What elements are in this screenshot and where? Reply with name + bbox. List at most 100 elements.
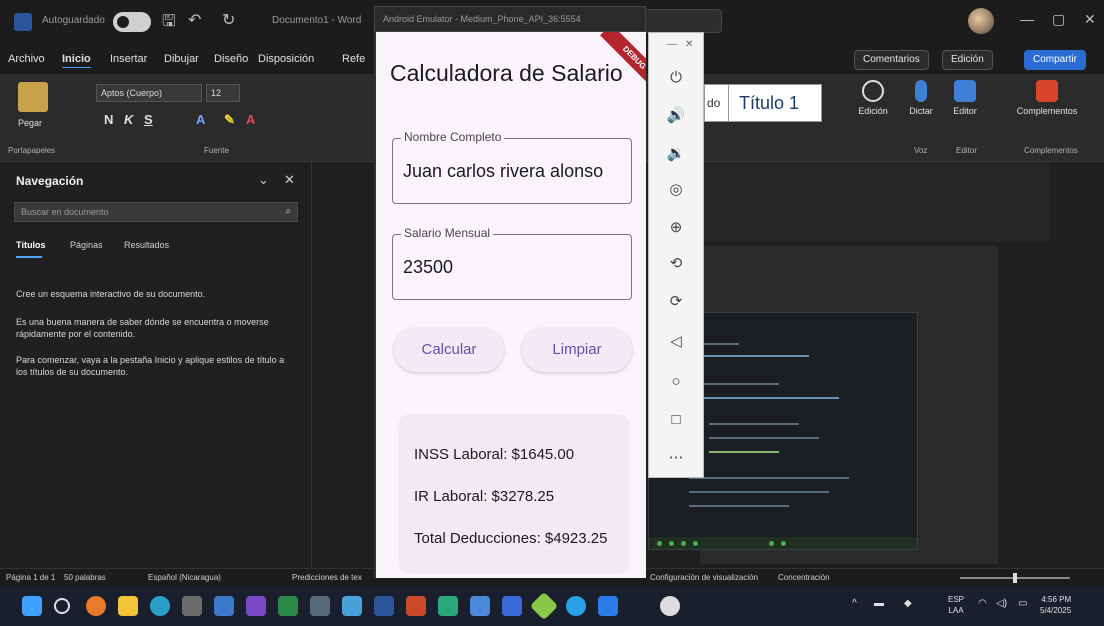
close-icon[interactable]: ✕ [284, 172, 295, 188]
emulator-icon[interactable] [566, 596, 586, 616]
salary-field-value[interactable]: 23500 [403, 257, 453, 278]
app-icon[interactable] [502, 596, 522, 616]
language-status[interactable]: Español (Nicaragua) [148, 573, 221, 582]
page-count[interactable]: Página 1 de 1 [6, 573, 55, 582]
save-icon[interactable]: 🖫 [162, 10, 176, 37]
menu-insertar[interactable]: Insertar [110, 53, 147, 65]
volume-down-icon[interactable]: 🔉 [665, 143, 687, 165]
menu-inicio[interactable]: Inicio [62, 53, 91, 65]
style-previous[interactable]: do [704, 84, 730, 122]
back-icon[interactable]: ◁ [665, 331, 687, 353]
italic-icon[interactable]: K [124, 112, 133, 127]
menu-disposicion[interactable]: Disposición [258, 53, 314, 65]
chevron-down-icon[interactable]: ⌄ [258, 172, 269, 188]
minimize-icon[interactable]: — [1020, 11, 1034, 27]
photos-icon[interactable] [470, 596, 490, 616]
tab-titulos[interactable]: Títulos [16, 240, 46, 250]
clear-button[interactable]: Limpiar [522, 328, 632, 372]
menu-archivo[interactable]: Archivo [8, 53, 45, 65]
title-search-box[interactable] [640, 9, 722, 33]
addins-tool[interactable]: Complementos [1012, 80, 1082, 116]
maximize-icon[interactable]: ▢ [1052, 11, 1065, 28]
excel-icon[interactable] [278, 596, 298, 616]
more-icon[interactable]: ⋯ [665, 447, 687, 469]
start-icon[interactable] [22, 596, 42, 616]
minimize-icon[interactable]: — [667, 39, 677, 50]
focus-mode[interactable]: Concentración [778, 573, 830, 582]
font-size-select[interactable]: 12 [206, 84, 240, 102]
battery-icon[interactable]: ▭ [1018, 598, 1027, 609]
settings-icon[interactable] [342, 596, 362, 616]
font-color-icon[interactable]: A [246, 112, 255, 127]
highlight-icon[interactable]: ✎ [224, 112, 235, 128]
underline-icon[interactable]: S [144, 112, 153, 127]
chevron-up-icon[interactable]: ^ [852, 598, 857, 609]
tab-resultados[interactable]: Resultados [124, 240, 169, 250]
font-name-select[interactable]: Aptos (Cuerpo) [96, 84, 202, 102]
rotate-left-icon[interactable]: ⟲ [665, 253, 687, 275]
wifi-icon[interactable]: ◠ [978, 598, 987, 609]
powerpoint-icon[interactable] [406, 596, 426, 616]
editor-tool[interactable]: Editor [938, 80, 992, 116]
name-field-label: Nombre Completo [401, 130, 505, 144]
edge-icon[interactable] [150, 596, 170, 616]
name-field-value[interactable]: Juan carlos rivera alonso [403, 161, 603, 182]
vscode-icon[interactable] [598, 596, 618, 616]
teams-icon[interactable] [246, 596, 266, 616]
menu-dibujar[interactable]: Dibujar [164, 53, 199, 65]
addins-grid-icon [1036, 80, 1058, 102]
editor-pen-icon [954, 80, 976, 102]
menu-diseno[interactable]: Diseño [214, 53, 248, 65]
comments-button[interactable]: Comentarios [854, 50, 929, 70]
redo-icon[interactable]: ↻ [222, 10, 235, 30]
bold-icon[interactable]: N [104, 112, 113, 127]
autosave-toggle[interactable] [113, 12, 151, 32]
mail-icon[interactable] [214, 596, 234, 616]
menu-referencias[interactable]: Refe [342, 53, 365, 65]
editing-tool[interactable]: Edición [846, 80, 900, 116]
overview-icon[interactable]: □ [665, 409, 687, 431]
tray-app-icon-2[interactable]: ◆ [904, 598, 912, 609]
text-effects-icon[interactable]: A [196, 112, 205, 127]
paste-icon[interactable] [18, 82, 48, 112]
store-icon[interactable] [182, 596, 202, 616]
nav-search-input[interactable]: Buscar en documento ⌕ [14, 202, 298, 222]
tray-app-icon[interactable]: ▬ [874, 598, 884, 609]
avatar[interactable] [968, 8, 994, 34]
nav-help-text-3: Para comenzar, vaya a la pestaña Inicio … [16, 355, 285, 377]
clipboard-group-label: Portapapeles [8, 146, 56, 155]
close-icon[interactable]: ✕ [685, 39, 693, 50]
rotate-right-icon[interactable]: ⟳ [665, 291, 687, 313]
home-icon[interactable]: ○ [665, 371, 687, 393]
undo-icon[interactable]: ↶ [188, 10, 201, 30]
search-icon[interactable] [54, 598, 70, 614]
word-count[interactable]: 50 palabras [64, 573, 106, 582]
name-field[interactable]: Nombre Completo Juan carlos rivera alons… [392, 130, 632, 204]
recording-icon[interactable] [660, 596, 680, 616]
zoom-slider-thumb[interactable] [1013, 573, 1017, 583]
tab-paginas[interactable]: Páginas [70, 240, 103, 250]
browser-icon[interactable] [86, 596, 106, 616]
power-icon[interactable]: ⏻ [665, 67, 687, 89]
terminal-icon[interactable] [310, 596, 330, 616]
notes-icon[interactable] [438, 596, 458, 616]
editing-mode-button[interactable]: Edición [942, 50, 993, 70]
display-settings[interactable]: Configuración de visualización [650, 573, 758, 582]
close-icon[interactable]: ✕ [1084, 11, 1096, 28]
emulator-toolbar: — ✕ ⏻ 🔊 🔉 ◎ ⊕ ⟲ ⟳ ◁ ○ □ ⋯ [648, 32, 704, 478]
android-studio-icon[interactable] [529, 591, 559, 621]
style-title-1[interactable]: Título 1 [728, 84, 822, 122]
camera-icon[interactable]: ◎ [665, 179, 687, 201]
calculate-button[interactable]: Calcular [394, 328, 504, 372]
volume-up-icon[interactable]: 🔊 [665, 105, 687, 127]
volume-icon[interactable]: ◁) [996, 598, 1007, 609]
nav-help-text-1: Cree un esquema interactivo de su docume… [16, 289, 206, 299]
zoom-icon[interactable]: ⊕ [665, 217, 687, 239]
file-explorer-icon[interactable] [118, 596, 138, 616]
salary-field[interactable]: Salario Mensual 23500 [392, 226, 632, 300]
clock[interactable]: 4:56 PM 5/4/2025 [1040, 594, 1071, 616]
share-button[interactable]: Compartir [1024, 50, 1086, 70]
language-indicator[interactable]: ESP LAA [948, 594, 964, 616]
word-app-icon[interactable] [374, 596, 394, 616]
text-predictions[interactable]: Predicciones de tex [292, 573, 362, 582]
